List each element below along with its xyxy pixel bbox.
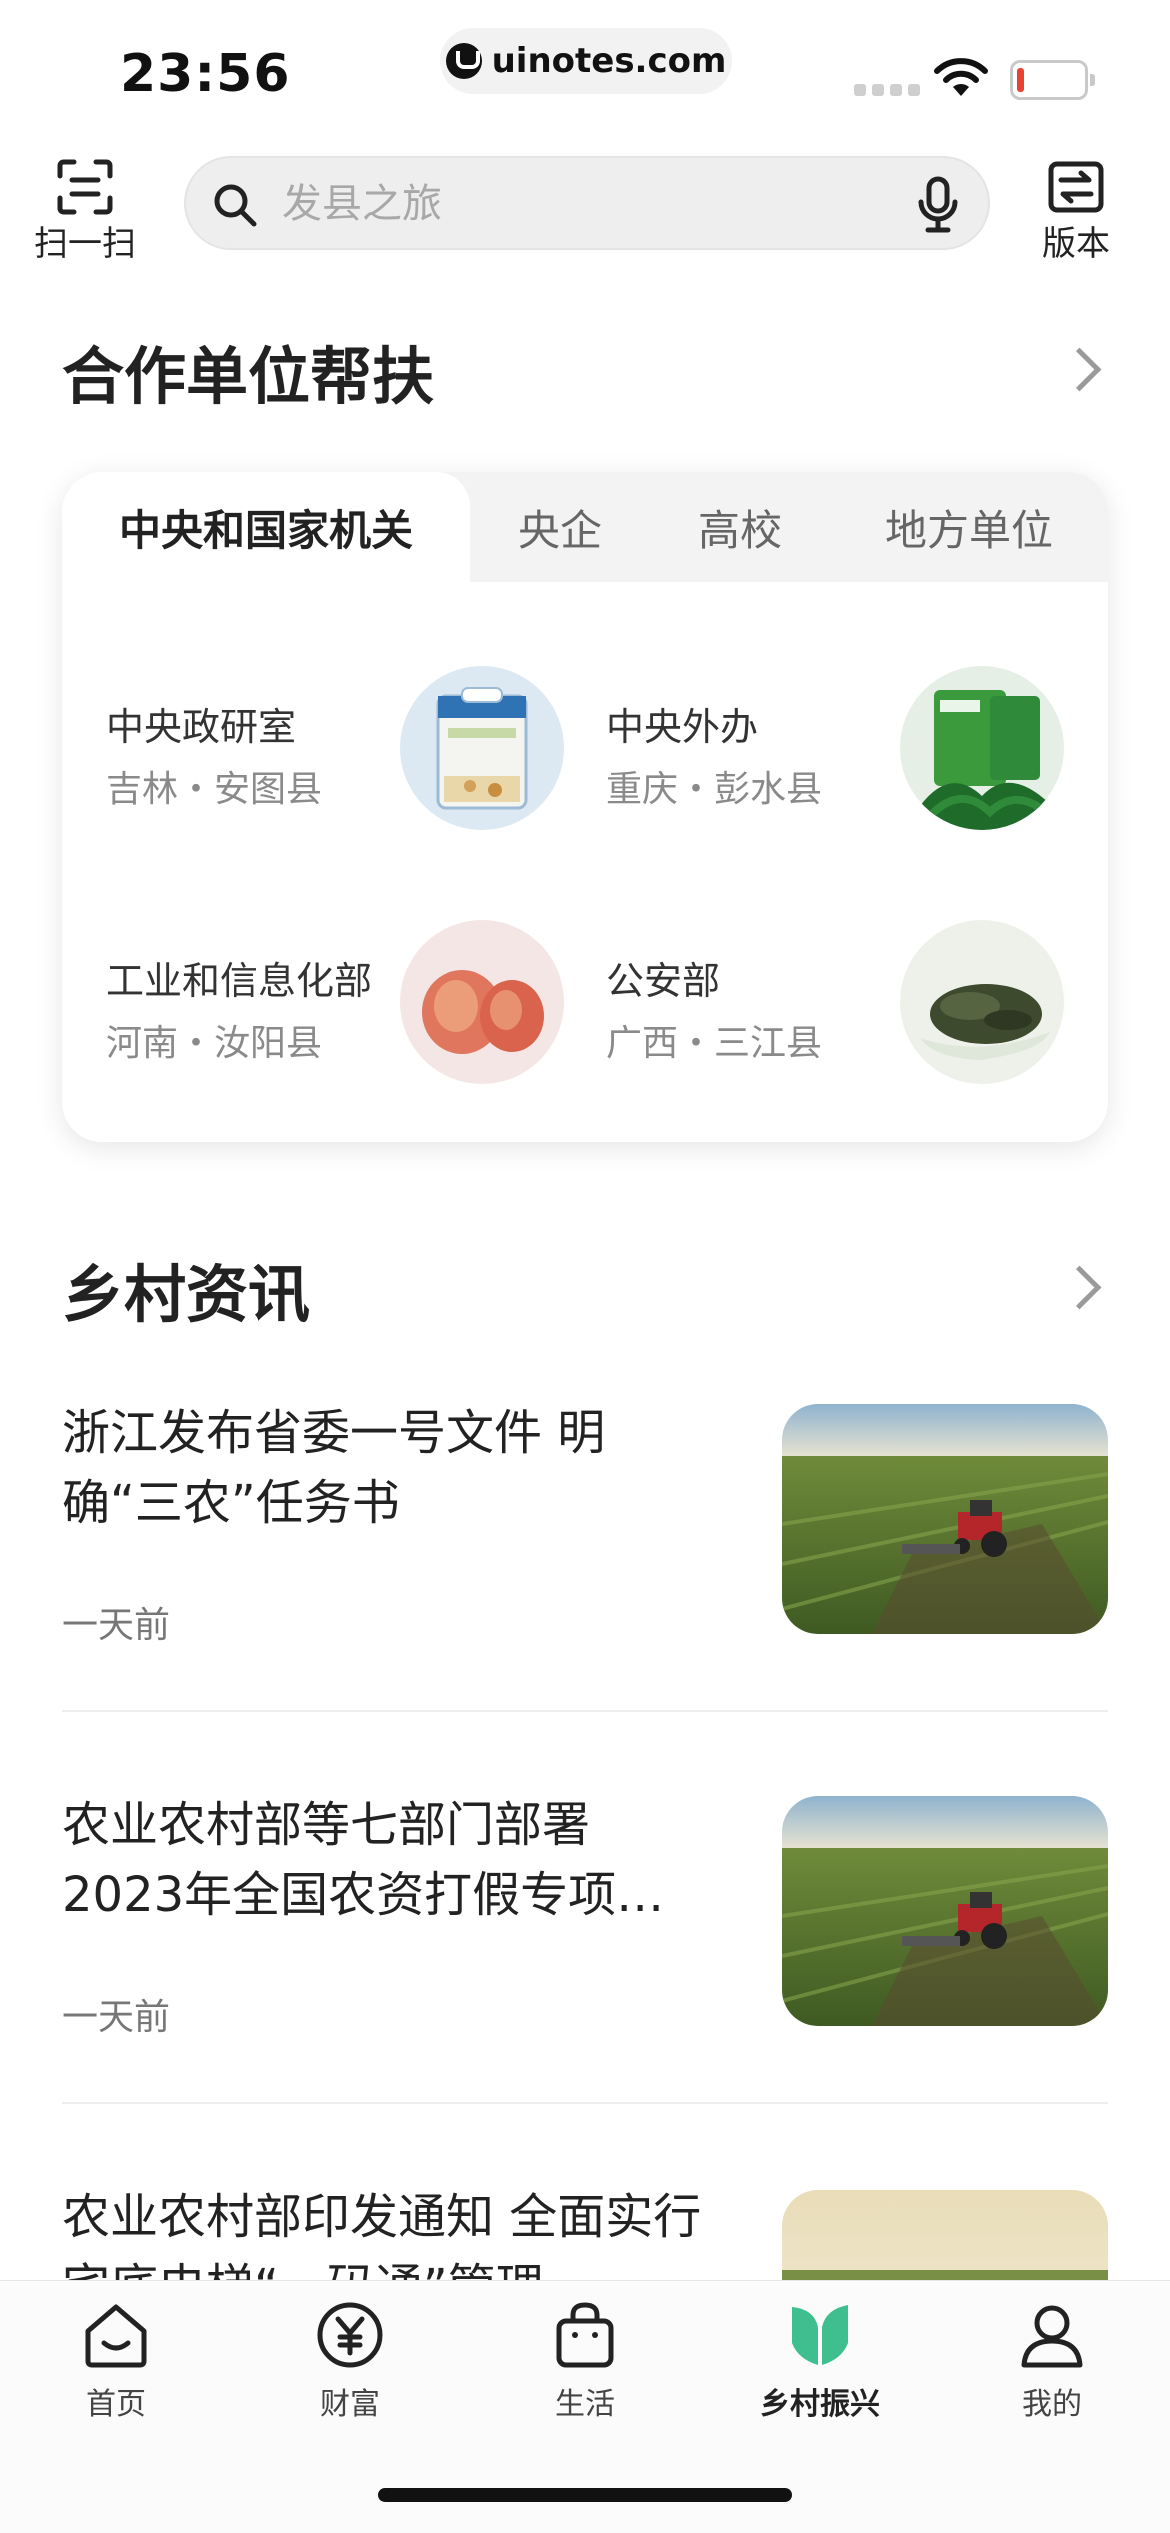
- partner-location: 吉林・安图县: [106, 769, 323, 810]
- partner-org: 公安部: [606, 959, 721, 1003]
- partner-tabs: 中央和国家机关 央企 高校 地方单位: [62, 472, 1108, 582]
- partner-org: 工业和信息化部: [106, 959, 373, 1003]
- leaf-book-icon: [792, 2305, 848, 2365]
- tab-label: 财富: [320, 2387, 380, 2422]
- home-icon: [85, 2304, 147, 2368]
- wifi-icon: [934, 58, 988, 96]
- partner-item[interactable]: 工业和信息化部 河南・汝阳县: [62, 912, 564, 1084]
- tab-label: 首页: [86, 2387, 146, 2422]
- tab-home[interactable]: 首页: [26, 2299, 206, 2423]
- partner-location: 广西・三江县: [606, 1023, 823, 1064]
- version-label: 版本: [1042, 224, 1110, 264]
- partner-org: 中央政研室: [106, 705, 297, 749]
- news-more-chevron-icon[interactable]: [1057, 1265, 1102, 1310]
- version-switch-icon: [1048, 161, 1104, 213]
- news-time: 一天前: [62, 1605, 171, 1646]
- home-indicator[interactable]: [378, 2488, 792, 2502]
- news-thumbnail-tractor[interactable]: [782, 1796, 1108, 2026]
- person-icon: [1021, 2305, 1083, 2368]
- rice-bag-image: [400, 666, 564, 830]
- tab-mine[interactable]: 我的: [962, 2299, 1142, 2423]
- tab-label: 生活: [555, 2387, 615, 2422]
- section-title-partners: 合作单位帮扶: [62, 340, 435, 413]
- news-thumbnail-tractor[interactable]: [782, 1404, 1108, 1634]
- scan-button[interactable]: 扫一扫: [34, 158, 136, 265]
- url-pill[interactable]: uinotes.com: [440, 28, 732, 94]
- news-time: 一天前: [62, 1997, 171, 2038]
- apples-image: [400, 920, 564, 1084]
- search-bar[interactable]: [184, 156, 990, 250]
- tab-wealth[interactable]: 财富: [260, 2299, 440, 2423]
- news-divider: [62, 1710, 1108, 1712]
- yuan-icon: [317, 2302, 383, 2368]
- site-logo-icon: [445, 43, 482, 79]
- partner-location: 重庆・彭水县: [606, 769, 823, 810]
- search-input[interactable]: [282, 178, 842, 230]
- battery-icon: [1010, 60, 1095, 100]
- signal-icon: [854, 84, 920, 96]
- news-title[interactable]: 浙江发布省委一号文件 明确“三农”任务书: [62, 1398, 712, 1538]
- tab-label: 我的: [1022, 2387, 1082, 2422]
- scan-label: 扫一扫: [34, 224, 136, 264]
- tab-central-organs[interactable]: 中央和国家机关: [62, 472, 470, 582]
- tab-local-units[interactable]: 地方单位: [830, 472, 1108, 582]
- partner-item[interactable]: 公安部 广西・三江县: [562, 912, 1064, 1084]
- scan-icon: [57, 159, 113, 215]
- microphone-icon[interactable]: [916, 176, 960, 234]
- partners-more-chevron-icon[interactable]: [1057, 347, 1102, 392]
- tea-leaves-image: [900, 920, 1064, 1084]
- url-text: uinotes.com: [491, 41, 727, 81]
- shopping-bag-icon: [556, 2302, 614, 2368]
- status-time: 23:56: [120, 44, 291, 104]
- tab-universities[interactable]: 高校: [650, 472, 830, 582]
- search-icon: [214, 184, 257, 227]
- tab-central-enterprises[interactable]: 央企: [470, 472, 650, 582]
- news-title[interactable]: 农业农村部等七部门部署2023年全国农资打假专项…: [62, 1790, 712, 1930]
- tab-label: 乡村振兴: [760, 2387, 880, 2422]
- partner-org: 中央外办: [606, 705, 759, 749]
- tab-rural-revitalization[interactable]: 乡村振兴: [730, 2299, 910, 2423]
- version-button[interactable]: 版本: [1042, 158, 1110, 265]
- section-title-news: 乡村资讯: [62, 1258, 311, 1331]
- partner-card: 中央和国家机关 央企 高校 地方单位 中央政研室 吉林・安图县 中央外办 重庆・…: [62, 472, 1108, 1142]
- news-divider: [62, 2102, 1108, 2104]
- partner-item[interactable]: 中央外办 重庆・彭水县: [562, 658, 1064, 830]
- vegetable-pack-image: [900, 666, 1064, 830]
- partner-item[interactable]: 中央政研室 吉林・安图县: [62, 658, 564, 830]
- partner-location: 河南・汝阳县: [106, 1023, 323, 1064]
- tab-life[interactable]: 生活: [495, 2299, 675, 2423]
